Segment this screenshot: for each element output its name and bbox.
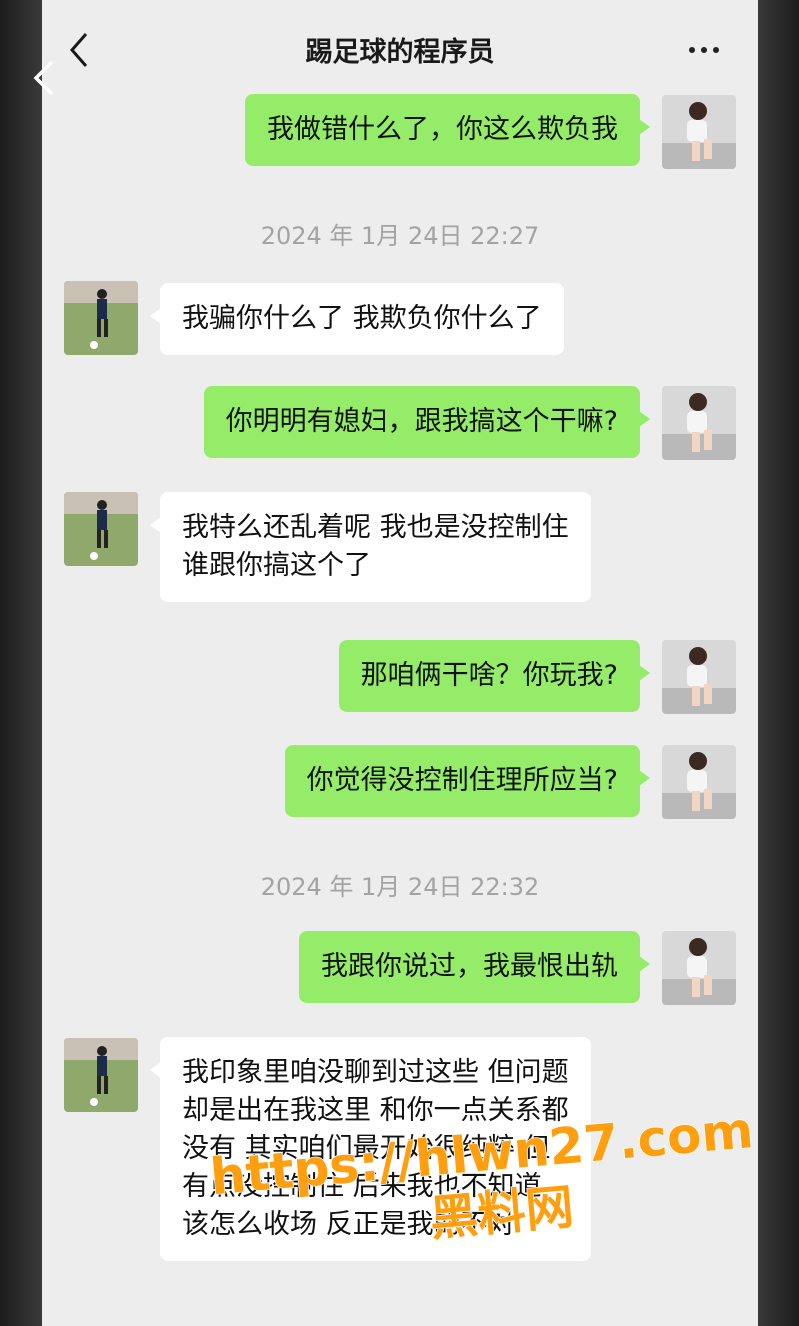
my-avatar[interactable] [662,931,736,1005]
user-photo-icon [662,745,736,819]
background-left-edge [0,0,42,1326]
football-player-icon [64,1038,138,1112]
message-received[interactable]: 我印象里咱没聊到过这些 但问题 却是出在我这里 和你一点关系都 没有 其实咱们最… [150,1037,591,1261]
contact-avatar[interactable] [64,1038,138,1112]
message-sent[interactable]: 我做错什么了，你这么欺负我 [245,94,650,166]
message-sent[interactable]: 你明明有媳妇，跟我搞这个干嘛? [203,386,651,458]
contact-avatar[interactable] [64,492,138,566]
message-line: 却是出在我这里 和你一点关系都 [182,1095,569,1126]
message-line: 有点没控制住 后来我也不知道 [182,1171,542,1202]
my-avatar[interactable] [662,95,736,169]
message-line: 没有 其实咱们最开始很纯粹 但 [182,1133,551,1164]
message-line: 该怎么收场 反正是我的不对 [182,1209,515,1240]
more-dots-icon[interactable] [678,26,730,74]
timestamp: 2024 年 1月 24日 22:32 [260,873,540,901]
contact-avatar[interactable] [64,281,138,355]
user-photo-icon [662,640,736,714]
my-avatar[interactable] [662,386,736,460]
football-player-icon [64,281,138,355]
my-avatar[interactable] [662,745,736,819]
chat-title: 踢足球的程序员 [305,37,495,68]
message-line: 我印象里咱没聊到过这些 但问题 [182,1057,569,1088]
message-received[interactable]: 我骗你什么了 我欺负你什么了 [150,283,564,355]
message-line: 谁跟你搞这个了 [182,550,371,581]
message-sent[interactable]: 那咱俩干啥？你玩我? [338,640,651,712]
background-right-edge [757,0,799,1326]
user-photo-icon [662,386,736,460]
message-sent[interactable]: 我跟你说过，我最恨出轨 [299,931,650,1003]
user-photo-icon [662,95,736,169]
chevron-left-icon [33,60,54,96]
user-photo-icon [662,931,736,1005]
chat-screen: 踢足球的程序员 我做错什么了，你这么欺负我 2024 年 1月 24日 22:2… [42,0,758,1326]
chat-header: 踢足球的程序员 [42,0,758,92]
timestamp: 2024 年 1月 24日 22:27 [260,222,540,250]
message-sent[interactable]: 你觉得没控制住理所应当? [284,745,651,817]
my-avatar[interactable] [662,640,736,714]
football-player-icon [64,492,138,566]
message-received[interactable]: 我特么还乱着呢 我也是没控制住 谁跟你搞这个了 [150,492,591,602]
message-line: 我特么还乱着呢 我也是没控制住 [182,512,569,543]
outer-back-button[interactable] [30,58,60,98]
